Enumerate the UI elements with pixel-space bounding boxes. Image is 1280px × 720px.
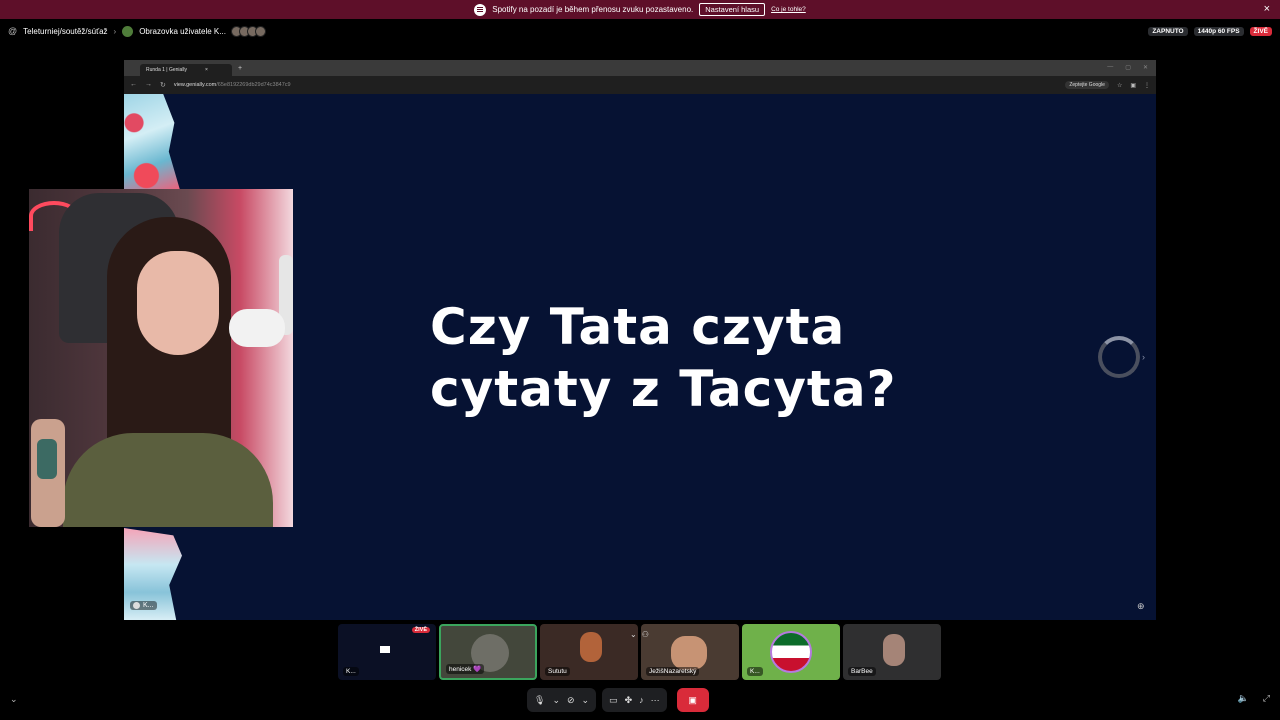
close-icon[interactable]: × — [205, 67, 208, 73]
tab-title: Runda 1 | Genially — [146, 67, 188, 73]
notification-banner: Spotify na pozadí je během přenosu zvuku… — [0, 0, 1280, 19]
microphone — [229, 309, 285, 347]
call-controls: 🎙 ⌄ ⊘ ⌄ ▭ ✤ ♪ ⋯ ▣ — [527, 687, 739, 713]
stream-tile-label: K... — [130, 601, 157, 610]
participant-tile[interactable]: Sututu — [540, 624, 638, 680]
activities-icon[interactable]: ✤ — [625, 695, 633, 706]
participant-tile[interactable]: henicek 💜 — [439, 624, 537, 680]
server-icon — [122, 25, 134, 37]
webcam-feed — [29, 189, 293, 527]
chevron-down-icon[interactable]: ⌄ — [582, 695, 590, 706]
browser-tab-strip: Runda 1 | Genially × + — ▢ ✕ — [124, 60, 1156, 76]
chevron-down-icon[interactable]: ⌄ — [10, 694, 18, 705]
participant-name: henicek 💜 — [446, 664, 485, 674]
participant-tile[interactable]: JežišNazaretský — [641, 624, 739, 680]
browser-address-bar: ← → ↻ view.genially.com/65e8192269db29d74c… — [124, 76, 1156, 94]
avatar — [580, 632, 602, 662]
person-shirt — [63, 433, 273, 527]
participant-name: K... — [747, 667, 763, 676]
bookmark-star-icon[interactable]: ☆ — [1117, 82, 1122, 89]
chevron-down-icon[interactable]: ⌄ — [630, 630, 637, 639]
next-slide-icon[interactable]: › — [1142, 352, 1145, 362]
zoom-icon[interactable]: ⊕ — [1137, 601, 1145, 612]
close-banner-button[interactable]: × — [1264, 3, 1270, 15]
stream-quality-badge: 1440p 60 FPS — [1193, 26, 1244, 36]
activity-controls[interactable]: ▭ ✤ ♪ ⋯ — [602, 688, 667, 712]
spotify-icon — [474, 3, 487, 16]
notification-message: Spotify na pozadí je během přenosu zvuku… — [492, 5, 694, 14]
participant-name: K... — [343, 667, 359, 676]
camera-off-icon[interactable]: ⊘ — [567, 695, 575, 706]
chevron-right-icon: › — [113, 26, 117, 36]
add-user-icon[interactable]: ⚇ — [642, 630, 649, 639]
avatar — [770, 631, 812, 673]
tile-hover-controls[interactable]: ⌄ ⚇ — [630, 630, 649, 639]
mic-icon[interactable]: 🎙 — [534, 695, 545, 706]
call-header: @ Teleturniej/soutěž/súťaž › Obrazovka u… — [0, 22, 1280, 40]
channel-name[interactable]: Teleturniej/soutěž/súťaž — [23, 27, 107, 36]
participant-tile[interactable]: K... — [742, 624, 840, 680]
avatar — [883, 634, 905, 666]
live-badge: ŽIVĚ — [1249, 26, 1272, 36]
stream-title[interactable]: Obrazovka uživatele K... — [139, 27, 226, 36]
person-face — [137, 251, 219, 355]
soundboard-icon[interactable]: ♪ — [639, 695, 644, 705]
chevron-down-icon[interactable]: ⌄ — [552, 695, 560, 706]
volume-icon[interactable]: 🔈 — [1238, 693, 1249, 704]
participant-name: JežišNazaretský — [646, 667, 700, 676]
what-is-this-link[interactable]: Co je tohle? — [771, 6, 806, 13]
browser-nav[interactable]: ← → ↻ — [130, 81, 166, 89]
browser-tab[interactable]: Runda 1 | Genially × — [140, 64, 232, 76]
avatar — [671, 636, 707, 670]
fullscreen-icon[interactable]: ⤢ — [1263, 693, 1270, 704]
more-icon[interactable]: ⋯ — [651, 695, 660, 706]
extensions-icon[interactable]: ▣ — [1130, 82, 1136, 89]
participant-tile[interactable]: BarBee — [843, 624, 941, 680]
browser-menu-icon[interactable]: ⋮ — [1144, 82, 1150, 89]
slide-title: Czy Tata czyta cytaty z Tacyta? — [430, 298, 897, 418]
decorative-artwork-top — [124, 94, 180, 190]
view-controls: 🔈 ⤢ — [1238, 693, 1270, 704]
live-badge: ŽIVĚ — [411, 627, 430, 633]
participant-name: BarBee — [848, 667, 876, 676]
screen-share-icon[interactable]: ▭ — [609, 695, 618, 706]
new-tab-icon[interactable]: + — [238, 65, 242, 72]
url-field[interactable]: view.genially.com/65e8192269db29d74c3847… — [174, 82, 291, 88]
end-call-icon: ▣ — [688, 694, 697, 705]
voice-settings-button[interactable]: Nastavení hlasu — [699, 3, 766, 16]
google-lens-button[interactable]: Zeptejte Google — [1065, 81, 1109, 89]
end-call-button[interactable]: ▣ — [676, 688, 709, 712]
participant-tile[interactable]: ŽIVĚ K... — [338, 624, 436, 680]
mic-icon — [133, 602, 140, 609]
participant-name: Sututu — [545, 667, 570, 676]
stream-status-badge: ZAPNUTO — [1148, 26, 1188, 36]
window-controls[interactable]: — ▢ ✕ — [1107, 64, 1148, 71]
channel-icon: @ — [8, 26, 18, 36]
loading-spinner-icon — [1098, 336, 1140, 378]
mic-controls[interactable]: 🎙 ⌄ ⊘ ⌄ — [527, 688, 597, 712]
viewer-avatars[interactable] — [230, 25, 266, 37]
tattooed-arm — [31, 419, 65, 527]
